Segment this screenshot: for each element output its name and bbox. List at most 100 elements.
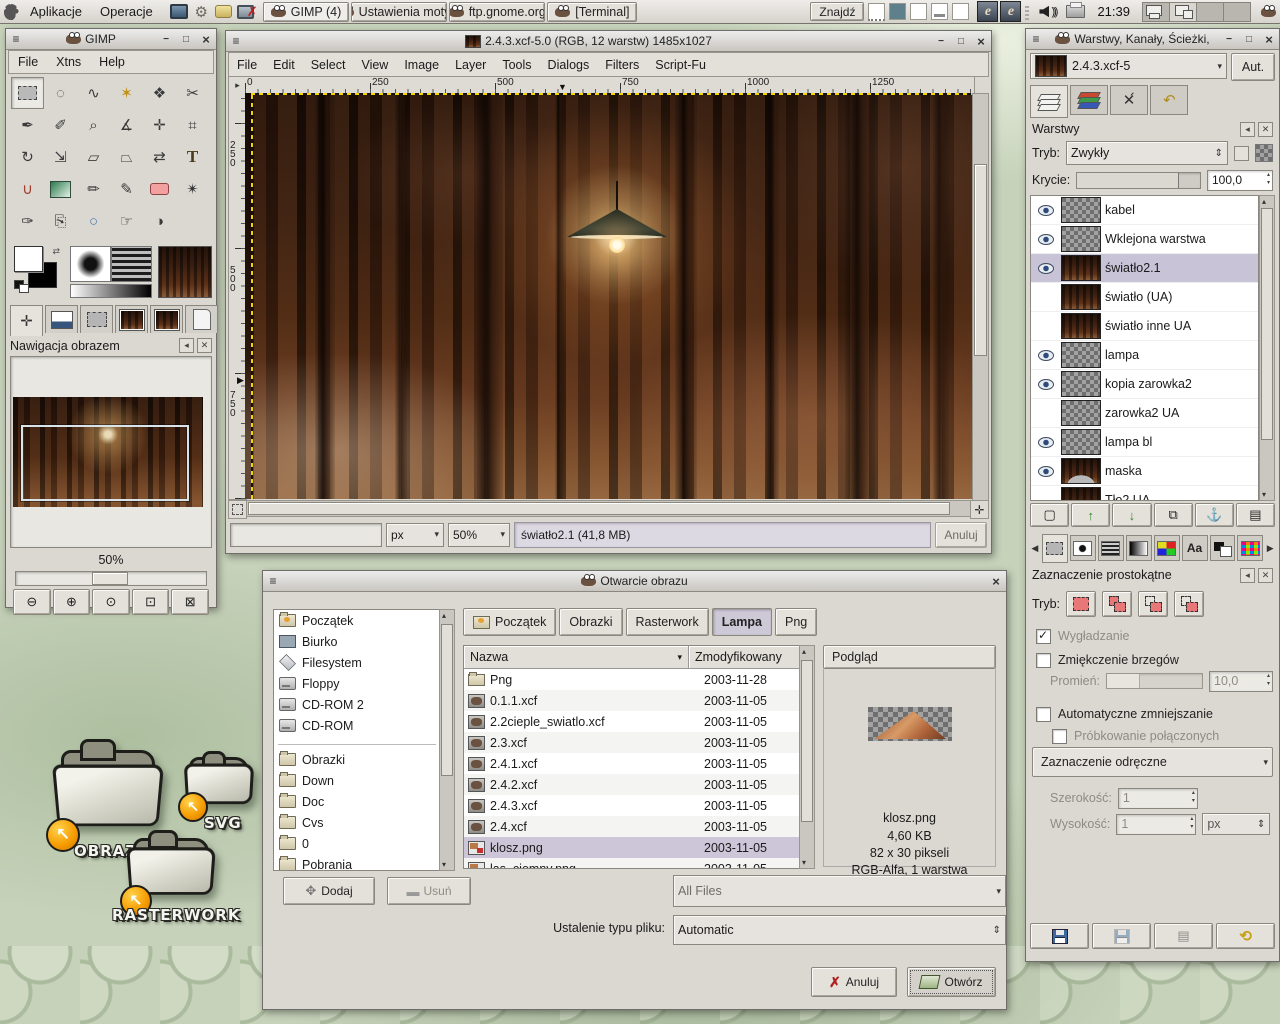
- close-tab-icon[interactable]: ✕: [1258, 568, 1273, 583]
- tab-image-2[interactable]: [150, 305, 183, 333]
- visibility-toggle[interactable]: [1035, 466, 1057, 477]
- dialog-cancel-button[interactable]: ✗Anuluj: [811, 967, 897, 997]
- column-header-modified[interactable]: Zmodyfikowany: [689, 646, 800, 668]
- tool-button[interactable]: ❖: [143, 77, 176, 109]
- vertical-scrollbar[interactable]: [972, 93, 989, 501]
- layer-row[interactable]: światło inne UA: [1031, 312, 1258, 341]
- panel-clock[interactable]: 21:39: [1097, 4, 1130, 19]
- close-tab-icon[interactable]: ✕: [197, 338, 212, 353]
- layer-name[interactable]: światło inne UA: [1105, 319, 1191, 333]
- menu-item[interactable]: File: [229, 56, 265, 74]
- window-menu-icon[interactable]: [1028, 32, 1044, 46]
- tab-indexed-palette[interactable]: [1237, 535, 1263, 561]
- place-item[interactable]: CD-ROM: [274, 715, 440, 736]
- navigation-zoom-slider[interactable]: [15, 571, 207, 586]
- tab-gradients[interactable]: [1126, 535, 1152, 561]
- layer-name[interactable]: światło (UA): [1105, 290, 1172, 304]
- path-button[interactable]: Obrazki: [559, 608, 622, 636]
- place-item[interactable]: Doc: [274, 791, 440, 812]
- image-selector-combo[interactable]: 2.4.3.xcf-5: [1030, 53, 1227, 79]
- panel-menu-applications[interactable]: Aplikacje: [23, 2, 89, 21]
- menu-item[interactable]: Dialogs: [540, 56, 598, 74]
- tray-applet[interactable]: [868, 3, 885, 21]
- navigation-view-rect[interactable]: [21, 425, 189, 501]
- layer-action-button[interactable]: ↑: [1071, 503, 1110, 527]
- taskbar-button[interactable]: Ustawienia moty...: [351, 2, 447, 22]
- tab-channels[interactable]: [1070, 85, 1108, 115]
- place-item[interactable]: Cvs: [274, 812, 440, 833]
- tab-rect-select-options[interactable]: [1042, 534, 1068, 563]
- place-item[interactable]: Filesystem: [274, 652, 440, 673]
- keep-transparency-checkbox[interactable]: [1234, 146, 1249, 161]
- file-row[interactable]: 2.4.2.xcf 2003-11-05: [464, 774, 800, 795]
- add-bookmark-button[interactable]: ✥Dodaj: [283, 877, 375, 905]
- place-item[interactable]: Pobrania: [274, 854, 440, 871]
- tool-button[interactable]: ✴: [176, 173, 209, 205]
- file-table-scrollbar[interactable]: [799, 645, 815, 869]
- visibility-toggle[interactable]: [1035, 234, 1057, 245]
- layer-row[interactable]: światło2.1: [1031, 254, 1258, 283]
- visibility-toggle[interactable]: [1035, 350, 1057, 361]
- maximize-icon[interactable]: [1241, 32, 1257, 46]
- tool-button[interactable]: ⇄: [143, 141, 176, 173]
- tool-button[interactable]: ✎: [110, 173, 143, 205]
- menu-item[interactable]: Edit: [265, 56, 303, 74]
- tab-menu-icon[interactable]: ◂: [179, 338, 194, 353]
- tab-brushes[interactable]: [1070, 535, 1096, 561]
- tray-swatch[interactable]: [889, 3, 906, 20]
- window-menu-icon[interactable]: [228, 34, 244, 48]
- mode-replace-button[interactable]: [1066, 591, 1096, 617]
- maximize-icon[interactable]: [953, 34, 969, 48]
- radius-slider[interactable]: [1106, 673, 1203, 689]
- auto-shrink-checkbox[interactable]: [1036, 707, 1051, 722]
- layer-row[interactable]: kabel: [1031, 196, 1258, 225]
- file-row[interactable]: 2.2cieple_swiatlo.xcf 2003-11-05: [464, 711, 800, 732]
- place-item[interactable]: Obrazki: [274, 749, 440, 770]
- mode-add-button[interactable]: [1102, 591, 1132, 617]
- close-icon[interactable]: [198, 32, 214, 46]
- brush-preview[interactable]: [70, 246, 111, 282]
- tab-histogram[interactable]: [45, 305, 78, 333]
- menu-item[interactable]: Script-Fu: [647, 56, 714, 74]
- tool-button[interactable]: ◌: [44, 77, 77, 109]
- tab-patterns[interactable]: [1098, 535, 1124, 561]
- tool-button[interactable]: ◑: [143, 205, 176, 237]
- tab-menu-icon[interactable]: ◂: [1240, 122, 1255, 137]
- place-item[interactable]: 0: [274, 833, 440, 854]
- zoom-button[interactable]: ⊡: [132, 589, 170, 615]
- save-options-button[interactable]: [1030, 923, 1089, 949]
- file-filter-combo[interactable]: All Files: [673, 875, 1006, 907]
- tool-button[interactable]: ✶: [110, 77, 143, 109]
- layer-row[interactable]: Tło2 UA: [1031, 486, 1258, 501]
- scroll-tabs-right-icon[interactable]: ▶: [1265, 536, 1275, 560]
- layer-name[interactable]: kabel: [1105, 203, 1135, 217]
- visibility-toggle[interactable]: [1035, 437, 1057, 448]
- menu-item[interactable]: Select: [303, 56, 354, 74]
- tray-applet[interactable]: [952, 3, 969, 20]
- opacity-slider[interactable]: [1076, 172, 1201, 189]
- width-spinbox[interactable]: 1: [1118, 788, 1198, 809]
- visibility-toggle[interactable]: [1035, 408, 1057, 419]
- layer-row[interactable]: Wklejona warstwa: [1031, 225, 1258, 254]
- layer-row[interactable]: maska: [1031, 457, 1258, 486]
- tool-button[interactable]: ∿: [77, 77, 110, 109]
- shutdown-launcher-icon[interactable]: [237, 5, 254, 19]
- layer-action-button[interactable]: ↓: [1112, 503, 1151, 527]
- tab-image-1[interactable]: [115, 305, 148, 333]
- tool-button[interactable]: ∪: [11, 173, 44, 205]
- delete-options-button[interactable]: ▤: [1154, 923, 1213, 949]
- navigation-preview-icon[interactable]: ✛: [970, 500, 989, 519]
- fixed-selection-combo[interactable]: Zaznaczenie odręczne: [1032, 747, 1273, 777]
- zoom-button[interactable]: ⊖: [13, 589, 51, 615]
- tool-button[interactable]: ∡: [110, 109, 143, 141]
- desktop-icon-label[interactable]: RASTERWORK: [112, 906, 240, 924]
- tool-button[interactable]: ✏: [77, 173, 110, 205]
- filetype-combo[interactable]: Automatic: [673, 915, 1006, 945]
- volume-icon[interactable]: [1039, 6, 1049, 18]
- gradient-preview[interactable]: [70, 284, 152, 298]
- file-row[interactable]: 2.3.xcf 2003-11-05: [464, 732, 800, 753]
- tool-button[interactable]: ⌕: [77, 109, 110, 141]
- dialog-titlebar[interactable]: Otwarcie obrazu: [263, 571, 1006, 592]
- layer-row[interactable]: kopia zarowka2: [1031, 370, 1258, 399]
- tray-applet[interactable]: [910, 3, 927, 20]
